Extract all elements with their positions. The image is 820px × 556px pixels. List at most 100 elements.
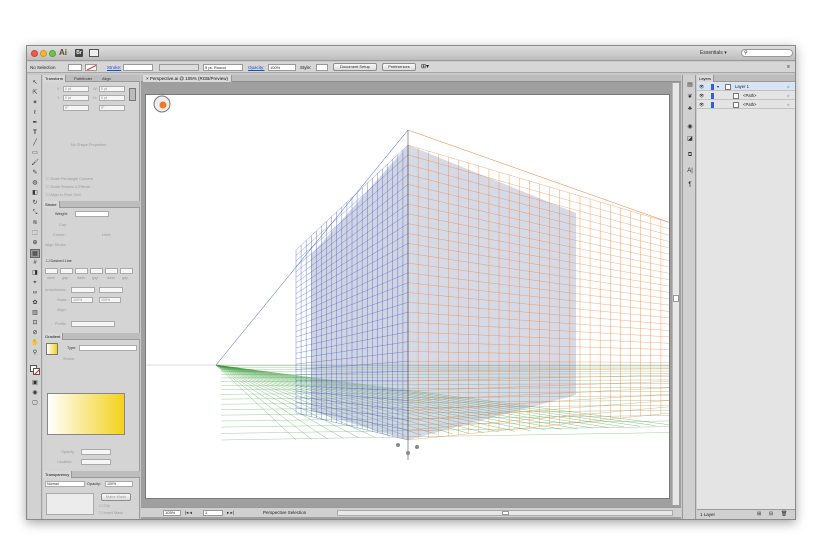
gradient-location-input[interactable] xyxy=(81,459,111,465)
gap-field-3[interactable] xyxy=(120,268,133,274)
new-sublayer-icon[interactable]: ⊟ xyxy=(769,511,773,517)
target-circle-icon[interactable]: ○ xyxy=(787,101,790,109)
gradient-ramp[interactable] xyxy=(47,393,125,435)
path-name[interactable]: <Path> xyxy=(743,101,757,109)
grid-handle[interactable] xyxy=(406,451,410,455)
vertical-scrollbar[interactable] xyxy=(672,83,679,505)
horizontal-scrollbar[interactable] xyxy=(337,510,673,516)
tab-align[interactable]: Align xyxy=(100,75,113,82)
gap-field-2[interactable] xyxy=(90,268,103,274)
search-field[interactable]: ⚲ xyxy=(741,49,793,57)
tab-transform[interactable]: Transform xyxy=(43,75,67,82)
checkbox-clip[interactable]: ☐ Clip xyxy=(99,503,110,508)
dash-field-2[interactable] xyxy=(75,268,88,274)
artboard-number-input[interactable]: 1 xyxy=(203,510,223,516)
tab-layers[interactable]: Layers xyxy=(697,75,715,82)
grid-handle[interactable] xyxy=(415,445,419,449)
blob-brush-tool-icon[interactable]: ◍ xyxy=(30,179,40,188)
pen-tool-icon[interactable]: ✒ xyxy=(30,119,40,128)
hand-tool-icon[interactable]: ✋ xyxy=(30,339,40,348)
variable-width-profile[interactable] xyxy=(159,64,199,71)
type-tool-icon[interactable]: T xyxy=(30,129,40,138)
tab-gradient[interactable]: Gradient xyxy=(43,333,64,340)
checkbox-scale-corners[interactable]: ☐ Scale Rectangle Corners xyxy=(46,176,93,181)
arrowhead-end-select[interactable] xyxy=(99,287,123,293)
direct-selection-tool-icon[interactable]: ⇱ xyxy=(30,89,40,98)
column-graph-tool-icon[interactable]: ▥ xyxy=(30,309,40,318)
grid-handle[interactable] xyxy=(396,443,400,447)
tab-transparency[interactable]: Transparency xyxy=(43,471,73,478)
pencil-tool-icon[interactable]: ✎ xyxy=(30,169,40,178)
gradient-type-select[interactable] xyxy=(79,345,137,351)
minimize-window-button[interactable] xyxy=(40,50,47,57)
slice-tool-icon[interactable]: ⊘ xyxy=(30,329,40,338)
visibility-eye-icon[interactable]: 👁 xyxy=(699,83,704,91)
shape-builder-tool-icon[interactable]: ⊕ xyxy=(30,239,40,248)
h-input[interactable]: 0 pt xyxy=(99,95,125,101)
transparency-opacity-input[interactable]: 100% xyxy=(105,481,133,487)
symbols-icon[interactable]: ♣ xyxy=(686,105,694,113)
x-input[interactable]: 0 pt xyxy=(63,86,89,92)
delete-layer-icon[interactable]: 🗑 xyxy=(781,511,787,517)
perspective-grid[interactable] xyxy=(146,95,670,499)
zoom-window-button[interactable] xyxy=(49,50,56,57)
draw-modes-icon[interactable]: ◉ xyxy=(30,389,40,398)
artboard[interactable] xyxy=(145,94,670,499)
magic-wand-tool-icon[interactable]: ✶ xyxy=(30,99,40,108)
screen-mode-icon[interactable]: ▢ xyxy=(30,399,40,408)
stroke-swatch[interactable] xyxy=(85,64,97,71)
perspective-grid-tool-icon[interactable]: ▦ xyxy=(30,249,40,258)
rotate-tool-icon[interactable]: ↻ xyxy=(30,199,40,208)
zoom-tool-icon[interactable]: ⚲ xyxy=(30,349,40,358)
warp-tool-icon[interactable]: ≋ xyxy=(30,219,40,228)
preferences-button[interactable]: Preferences xyxy=(382,63,416,71)
paragraph-icon[interactable]: ¶ xyxy=(686,181,694,189)
appearance-icon[interactable]: ◉ xyxy=(686,123,694,131)
arrow-scale-start[interactable]: 100% xyxy=(71,297,93,303)
line-tool-icon[interactable]: ╱ xyxy=(30,139,40,148)
gradient-tool-icon[interactable]: ◨ xyxy=(30,269,40,278)
shear-input[interactable]: 0° xyxy=(99,105,125,111)
rotate-input[interactable]: 0° xyxy=(63,105,89,111)
brushes-icon[interactable]: ❦ xyxy=(686,93,694,101)
document-tab[interactable]: × Perspective.ai @ 105% (RGB/Preview) xyxy=(143,75,232,82)
close-window-button[interactable] xyxy=(31,50,38,57)
vertical-scroll-thumb[interactable] xyxy=(673,295,679,302)
arrow-scale-end[interactable]: 100% xyxy=(99,297,121,303)
artboard-tool-icon[interactable]: ⊡ xyxy=(30,319,40,328)
panel-menu-icon[interactable]: ≡ xyxy=(787,64,790,71)
lasso-tool-icon[interactable]: ℓ xyxy=(30,109,40,118)
graphic-styles-icon[interactable]: ◪ xyxy=(686,135,694,143)
paintbrush-tool-icon[interactable]: 🖌 xyxy=(30,159,40,168)
checkbox-dashed-line[interactable]: ☐ Dashed Line xyxy=(46,258,72,263)
arrange-documents-icon[interactable] xyxy=(89,49,99,57)
visibility-eye-icon[interactable]: 👁 xyxy=(699,92,704,100)
w-input[interactable]: 0 pt xyxy=(99,86,125,92)
color-guide-icon[interactable]: ▤ xyxy=(686,81,694,89)
layer-row[interactable]: 👁 <Path> ○ xyxy=(697,92,795,100)
layer-name[interactable]: Layer 1 xyxy=(735,83,749,91)
new-layer-icon[interactable]: ⊞ xyxy=(757,511,761,517)
symbol-sprayer-tool-icon[interactable]: ✿ xyxy=(30,299,40,308)
horizontal-scroll-thumb[interactable] xyxy=(502,511,509,515)
opacity-link[interactable]: Opacity: xyxy=(248,64,265,71)
arrange-icon[interactable]: ⊞▾ xyxy=(421,64,429,71)
checkbox-scale-strokes[interactable]: ☐ Scale Strokes & Effects xyxy=(46,184,90,189)
fill-swatch[interactable] xyxy=(68,64,82,71)
dash-field-1[interactable] xyxy=(45,268,58,274)
scale-tool-icon[interactable]: ⤡ xyxy=(30,209,40,218)
gradient-opacity-input[interactable] xyxy=(81,449,111,455)
arrowhead-start-select[interactable] xyxy=(71,287,95,293)
tab-pathfinder[interactable]: Pathfinder xyxy=(72,75,94,82)
weight-input[interactable] xyxy=(75,211,109,217)
profile-select[interactable] xyxy=(71,321,115,327)
zoom-select[interactable]: 105% xyxy=(163,510,181,516)
bridge-icon[interactable]: Br xyxy=(75,49,83,57)
rectangle-tool-icon[interactable]: ▭ xyxy=(30,149,40,158)
free-transform-tool-icon[interactable]: ⬚ xyxy=(30,229,40,238)
expand-triangle-icon[interactable]: ▾ xyxy=(717,83,719,91)
checkbox-pixel-grid[interactable]: ☐ Align to Pixel Grid xyxy=(46,192,80,197)
selection-tool-icon[interactable]: ↖ xyxy=(30,79,40,88)
eraser-tool-icon[interactable]: ◧ xyxy=(30,189,40,198)
stroke-color-icon[interactable] xyxy=(33,368,41,376)
